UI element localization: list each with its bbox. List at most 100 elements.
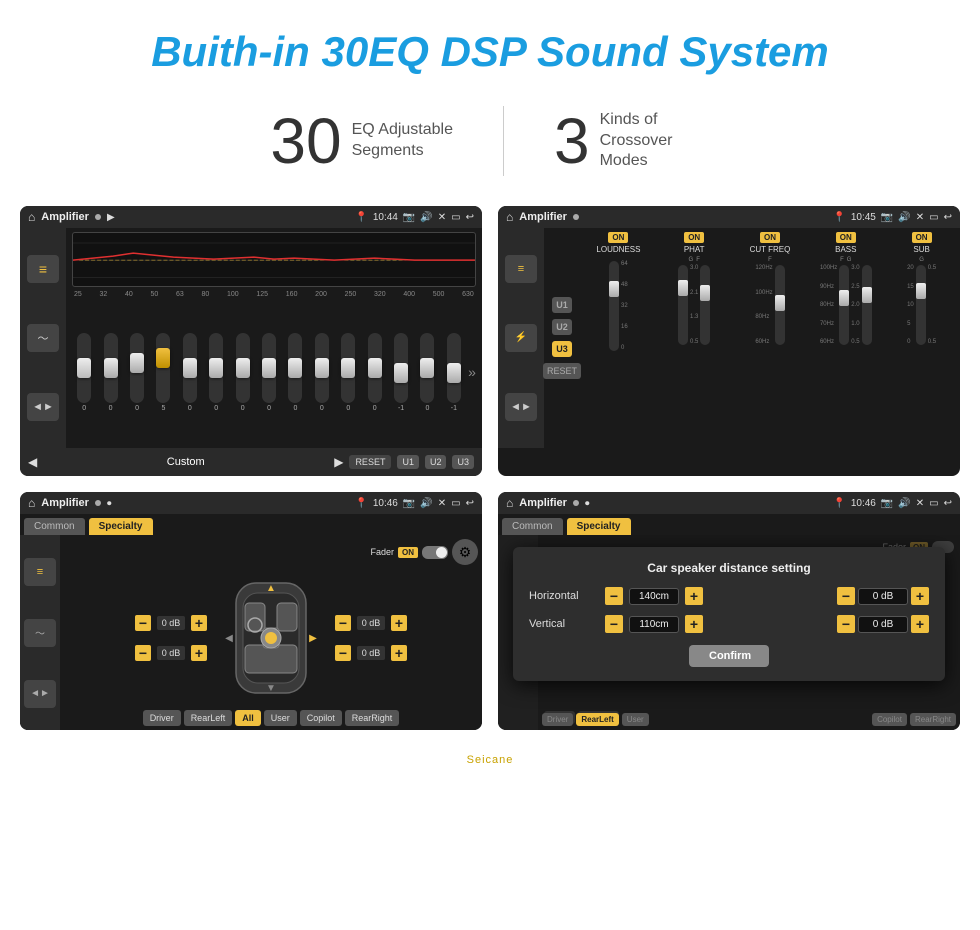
x-icon-4[interactable]: ✕ bbox=[916, 498, 924, 509]
horiz-db-plus[interactable]: + bbox=[911, 587, 929, 605]
phat-slider-f[interactable] bbox=[700, 285, 710, 301]
u3-btn[interactable]: U3 bbox=[552, 341, 572, 357]
xover-sb-3[interactable]: ◄► bbox=[505, 393, 537, 421]
back-icon-4[interactable]: ↩ bbox=[944, 498, 952, 509]
back-icon-2[interactable]: ↩ bbox=[944, 212, 952, 223]
eq-next-btn[interactable]: ▶ bbox=[334, 455, 343, 469]
eq-reset-btn[interactable]: RESET bbox=[349, 455, 391, 469]
vol-minus-bl[interactable]: − bbox=[135, 645, 151, 661]
phat-slider-g[interactable] bbox=[678, 280, 688, 296]
eq-freq-labels: 2532405063 80100125160200 25032040050063… bbox=[72, 291, 476, 298]
eq-sliders-area: 0 0 0 bbox=[72, 300, 476, 444]
tab-specialty-3[interactable]: Specialty bbox=[89, 518, 153, 535]
back-icon-1[interactable]: ↩ bbox=[466, 212, 474, 223]
dist-driver-btn[interactable]: Driver bbox=[542, 713, 573, 726]
on-cutfreq[interactable]: ON bbox=[760, 232, 780, 243]
spec-sb-3[interactable]: ◄► bbox=[24, 680, 56, 708]
xover-sb-1[interactable]: ≡ bbox=[505, 255, 537, 283]
eq-sidebar-btn-3[interactable]: ◄► bbox=[27, 393, 59, 421]
on-sub[interactable]: ON bbox=[912, 232, 932, 243]
eq-bottom-bar: ◀ Custom ▶ RESET U1 U2 U3 bbox=[20, 448, 482, 476]
eq-u3-btn[interactable]: U3 bbox=[452, 455, 474, 469]
window-icon-4[interactable]: ▭ bbox=[929, 498, 938, 509]
vol-plus-tl[interactable]: + bbox=[191, 615, 207, 631]
volume-icon-1: 🔊 bbox=[420, 212, 432, 223]
vert-db-plus[interactable]: + bbox=[911, 615, 929, 633]
fader-toggle[interactable] bbox=[422, 546, 448, 559]
bass-slider-f[interactable] bbox=[839, 290, 849, 306]
camera-icon-2: 📷 bbox=[881, 212, 893, 223]
sub-slider[interactable] bbox=[916, 283, 926, 299]
horizontal-minus[interactable]: − bbox=[605, 587, 623, 605]
topbar-xover: ⌂ Amplifier 📍 10:45 📷 🔊 ✕ ▭ ↩ bbox=[498, 206, 960, 228]
tab-common-4[interactable]: Common bbox=[502, 518, 563, 535]
window-icon-2[interactable]: ▭ bbox=[929, 212, 938, 223]
zone-copilot[interactable]: Copilot bbox=[300, 710, 342, 726]
eq-screen-content: ≡ 〜 ◄► bbox=[20, 228, 482, 448]
eq-slider-val-0: 0 bbox=[82, 405, 86, 412]
back-icon-3[interactable]: ↩ bbox=[466, 498, 474, 509]
cutfreq-slider[interactable] bbox=[775, 295, 785, 311]
loudness-slider[interactable] bbox=[609, 281, 619, 297]
settings-wheel[interactable]: ⚙ bbox=[452, 539, 478, 565]
u2-btn[interactable]: U2 bbox=[552, 319, 572, 335]
home-icon[interactable]: ⌂ bbox=[28, 210, 35, 224]
home-icon-2[interactable]: ⌂ bbox=[506, 210, 513, 224]
status-dot-3 bbox=[95, 500, 101, 506]
spec-sb-2[interactable]: 〜 bbox=[24, 619, 56, 647]
eq-u2-btn[interactable]: U2 bbox=[425, 455, 447, 469]
zone-all[interactable]: All bbox=[235, 710, 261, 726]
dist-user-btn[interactable]: User bbox=[622, 713, 649, 726]
topbar-eq: ⌂ Amplifier ▶ 📍 10:44 📷 🔊 ✕ ▭ ↩ bbox=[20, 206, 482, 228]
vol-minus-tl[interactable]: − bbox=[135, 615, 151, 631]
home-icon-3[interactable]: ⌂ bbox=[28, 496, 35, 510]
vertical-plus[interactable]: + bbox=[685, 615, 703, 633]
on-loudness[interactable]: ON bbox=[608, 232, 628, 243]
on-bass[interactable]: ON bbox=[836, 232, 856, 243]
xover-reset[interactable]: RESET bbox=[543, 363, 581, 379]
dist-copilot-btn[interactable]: Copilot bbox=[872, 713, 907, 726]
confirm-button[interactable]: Confirm bbox=[689, 645, 769, 667]
window-icon-1[interactable]: ▭ bbox=[451, 212, 460, 223]
x-icon-1[interactable]: ✕ bbox=[438, 212, 446, 223]
horizontal-value: 140cm bbox=[629, 588, 679, 605]
phat-label: PHAT bbox=[684, 245, 705, 254]
vertical-minus[interactable]: − bbox=[605, 615, 623, 633]
eq-slider-thumb-0[interactable] bbox=[77, 358, 91, 378]
eq-u1-btn[interactable]: U1 bbox=[397, 455, 419, 469]
vol-plus-br[interactable]: + bbox=[391, 645, 407, 661]
vert-db-minus[interactable]: − bbox=[837, 615, 855, 633]
bass-slider-g[interactable] bbox=[862, 287, 872, 303]
fader-on-badge: ON bbox=[398, 547, 418, 558]
eq-scroll-right[interactable]: » bbox=[468, 364, 476, 380]
vertical-value: 110cm bbox=[629, 616, 679, 633]
dist-rearleft-btn[interactable]: RearLeft bbox=[576, 713, 618, 726]
u1-btn[interactable]: U1 bbox=[552, 297, 572, 313]
tab-specialty-4[interactable]: Specialty bbox=[567, 518, 631, 535]
x-icon-3[interactable]: ✕ bbox=[438, 498, 446, 509]
eq-sidebar-btn-2[interactable]: 〜 bbox=[27, 324, 59, 352]
vol-minus-tr[interactable]: − bbox=[335, 615, 351, 631]
dist-rearright-btn[interactable]: RearRight bbox=[910, 713, 956, 726]
vol-plus-bl[interactable]: + bbox=[191, 645, 207, 661]
horizontal-plus[interactable]: + bbox=[685, 587, 703, 605]
home-icon-4[interactable]: ⌂ bbox=[506, 496, 513, 510]
zone-user[interactable]: User bbox=[264, 710, 297, 726]
spec-sb-1[interactable]: ≡ bbox=[24, 558, 56, 586]
x-icon-2[interactable]: ✕ bbox=[916, 212, 924, 223]
page-title: Buith-in 30EQ DSP Sound System bbox=[0, 0, 980, 94]
on-phat[interactable]: ON bbox=[684, 232, 704, 243]
zone-driver[interactable]: Driver bbox=[143, 710, 181, 726]
zone-rearright[interactable]: RearRight bbox=[345, 710, 400, 726]
tab-common-3[interactable]: Common bbox=[24, 518, 85, 535]
cutfreq-label: CUT FREQ bbox=[750, 245, 791, 254]
window-icon-3[interactable]: ▭ bbox=[451, 498, 460, 509]
xover-sb-2[interactable]: ⚡ bbox=[505, 324, 537, 352]
eq-prev-btn[interactable]: ◀ bbox=[28, 455, 37, 469]
vol-plus-tr[interactable]: + bbox=[391, 615, 407, 631]
zone-rearleft[interactable]: RearLeft bbox=[184, 710, 233, 726]
horiz-db-minus[interactable]: − bbox=[837, 587, 855, 605]
eq-sidebar-btn-1[interactable]: ≡ bbox=[27, 255, 59, 283]
vol-minus-br[interactable]: − bbox=[335, 645, 351, 661]
play-icon-1[interactable]: ▶ bbox=[107, 212, 115, 223]
